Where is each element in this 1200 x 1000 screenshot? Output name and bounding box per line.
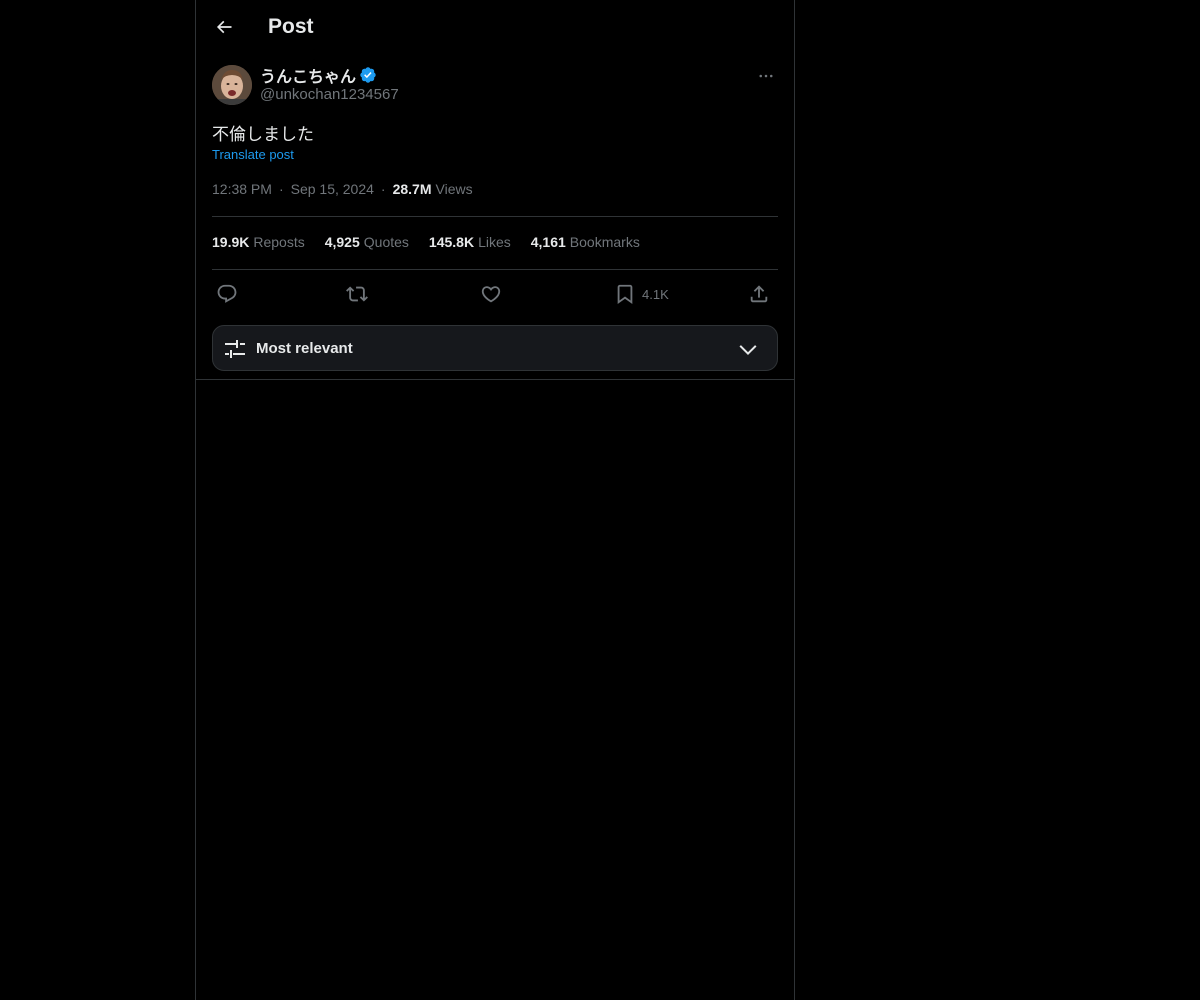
translate-post-link[interactable]: Translate post <box>212 147 294 162</box>
engagement-stats: 19.9K Reposts 4,925 Quotes 145.8K Likes 4,1… <box>212 234 660 250</box>
bookmark-action-count: 4.1K <box>642 286 669 302</box>
action-bar: 4.1K <box>212 280 778 308</box>
views-count: 28.7M <box>392 181 432 197</box>
verified-badge-icon <box>359 66 377 84</box>
share-button[interactable] <box>748 280 770 308</box>
heart-icon <box>481 286 501 303</box>
reposts-stat[interactable]: 19.9K Reposts <box>212 234 305 250</box>
post-text: 不倫しました <box>212 125 314 145</box>
bookmark-icon <box>617 284 633 305</box>
reply-button[interactable] <box>216 280 238 308</box>
post-date[interactable]: Sep 15, 2024 <box>291 181 374 197</box>
main-column: Post うんこちゃん @unkochan1234567 不倫しました Tran… <box>195 0 795 1000</box>
reply-icon <box>217 284 237 303</box>
repost-icon <box>346 286 368 302</box>
more-options-button[interactable] <box>754 64 778 88</box>
views-label: Views <box>435 181 473 197</box>
page-title: Post <box>268 15 314 38</box>
divider <box>212 269 778 270</box>
bookmarks-label: Bookmarks <box>569 234 640 250</box>
chevron-down-icon <box>739 345 757 356</box>
section-divider <box>196 379 794 380</box>
reply-sort-dropdown[interactable]: Most relevant <box>212 325 778 371</box>
bookmarks-stat[interactable]: 4,161 Bookmarks <box>531 234 640 250</box>
quotes-stat[interactable]: 4,925 Quotes <box>325 234 409 250</box>
share-icon <box>750 285 768 303</box>
avatar[interactable] <box>212 65 252 105</box>
bookmark-button[interactable]: 4.1K <box>614 280 669 308</box>
back-button[interactable] <box>208 11 240 43</box>
like-button[interactable] <box>480 280 502 308</box>
post-time[interactable]: 12:38 PM <box>212 181 272 197</box>
avatar-image <box>212 65 252 105</box>
post-meta: 12:38 PM · Sep 15, 2024 · 28.7M Views <box>212 181 473 197</box>
reposts-count: 19.9K <box>212 234 250 250</box>
display-name[interactable]: うんこちゃん <box>260 63 356 87</box>
author-handle[interactable]: @unkochan1234567 <box>260 86 399 103</box>
divider <box>212 216 778 217</box>
meta-separator: · <box>380 181 386 197</box>
quotes-label: Quotes <box>363 234 409 250</box>
sort-label: Most relevant <box>256 340 353 357</box>
likes-stat[interactable]: 145.8K Likes <box>429 234 511 250</box>
top-bar: Post <box>196 0 794 54</box>
author-name-row[interactable]: うんこちゃん <box>260 63 377 87</box>
reposts-label: Reposts <box>253 234 305 250</box>
quotes-count: 4,925 <box>324 234 360 250</box>
bookmarks-count: 4,161 <box>530 234 566 250</box>
meta-separator: · <box>278 181 284 197</box>
more-horizontal-icon <box>759 74 773 78</box>
repost-button[interactable] <box>346 280 368 308</box>
likes-label: Likes <box>478 234 511 250</box>
likes-count: 145.8K <box>428 234 475 250</box>
sliders-icon <box>225 340 245 358</box>
back-arrow-icon <box>216 20 232 34</box>
